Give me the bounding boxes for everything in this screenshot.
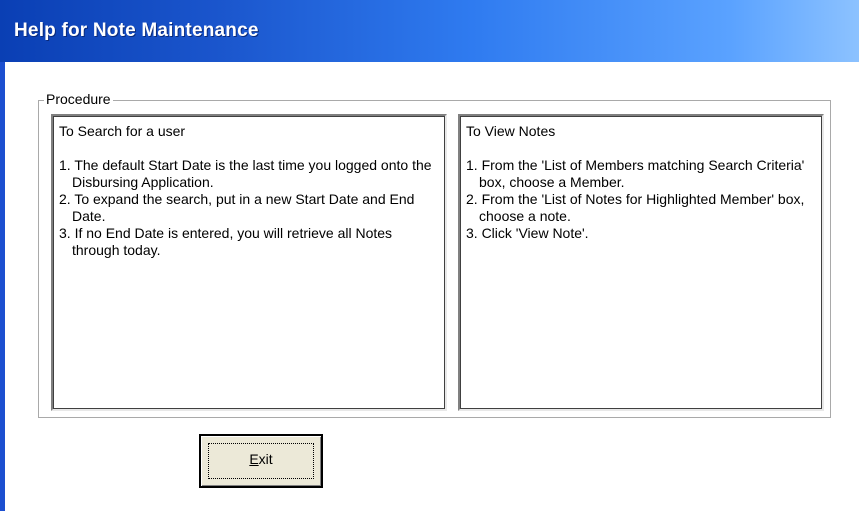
exit-label-rest: xit (258, 451, 273, 467)
window-frame-left (0, 62, 5, 511)
view-notes-step: 2. From the 'List of Notes for Highlight… (466, 191, 805, 224)
view-notes-step: 1. From the 'List of Members matching Se… (466, 157, 805, 190)
procedure-label: Procedure (44, 91, 113, 107)
help-window: Help for Note Maintenance Procedure To S… (0, 0, 859, 511)
search-help-step: 2. To expand the search, put in a new St… (59, 191, 415, 224)
view-notes-step: 3. Click 'View Note'. (466, 225, 589, 241)
exit-button[interactable]: Exit (199, 434, 323, 488)
search-help-heading: To Search for a user (59, 123, 186, 139)
title-bar[interactable]: Help for Note Maintenance (0, 0, 859, 62)
search-help-step: 3. If no End Date is entered, you will r… (59, 225, 393, 258)
exit-mnemonic: E (249, 451, 259, 467)
window-title: Help for Note Maintenance (14, 20, 259, 41)
search-help-textbox[interactable]: To Search for a user 1. The default Star… (51, 114, 447, 411)
exit-button-label: Exit (201, 451, 321, 467)
view-notes-help-textbox[interactable]: To View Notes 1. From the 'List of Membe… (458, 114, 824, 411)
view-notes-heading: To View Notes (466, 123, 556, 139)
search-help-step: 1. The default Start Date is the last ti… (59, 157, 432, 190)
